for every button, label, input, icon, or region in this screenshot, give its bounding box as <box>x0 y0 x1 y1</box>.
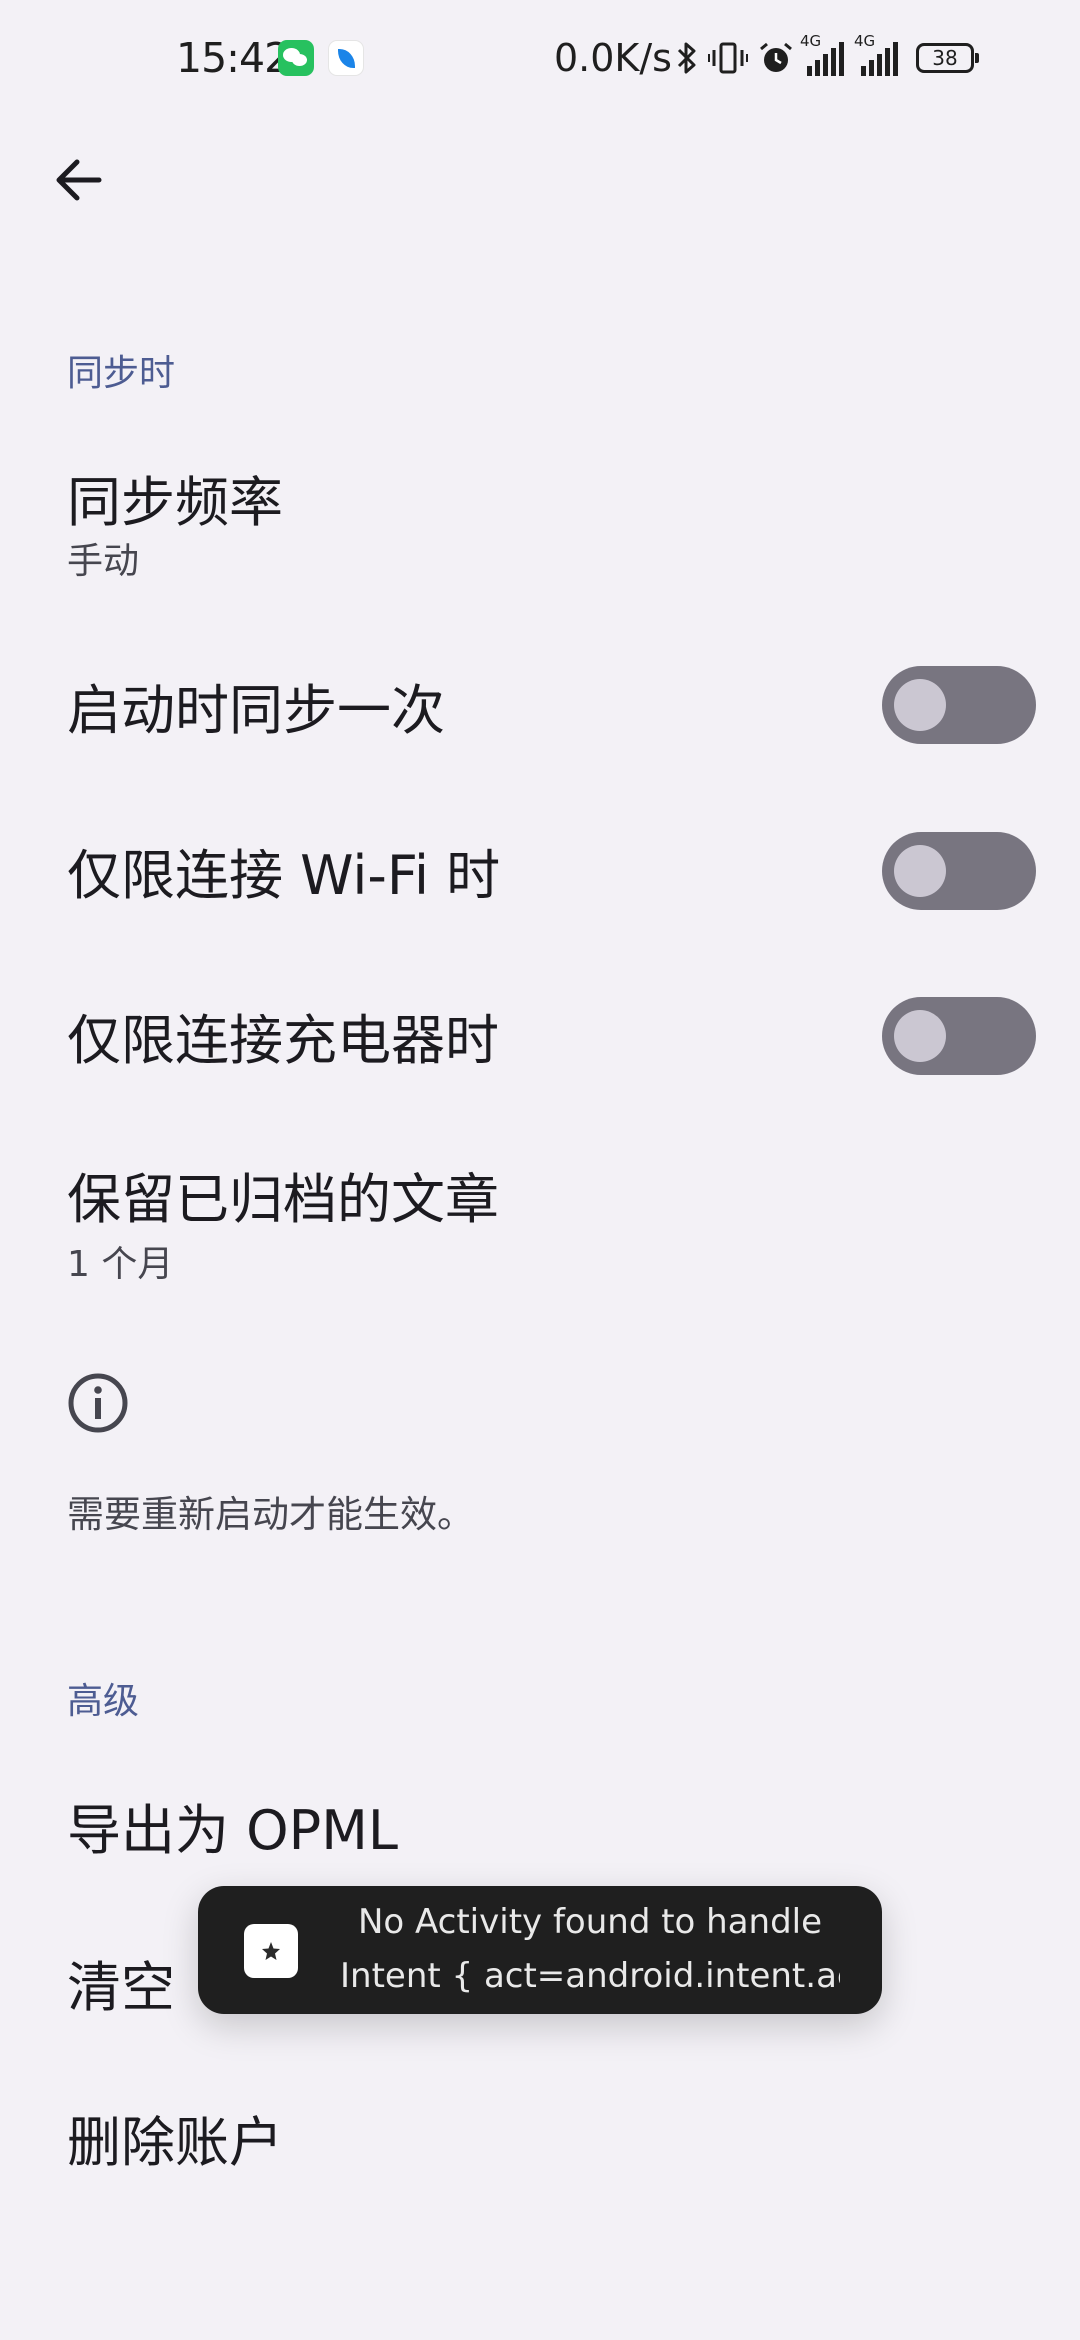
toast-text-line1: No Activity found to handle <box>357 1902 823 1942</box>
settings-screen: 15:42 0.0K/s 4G 4G 38 同步时 同步频率 手动 启动时同步一… <box>0 0 1080 2340</box>
app-icon <box>244 1924 298 1978</box>
leaf-app-icon <box>328 40 364 76</box>
switch-thumb <box>894 1010 946 1062</box>
switch-thumb <box>894 845 946 897</box>
switch-thumb <box>894 679 946 731</box>
restart-note: 需要重新启动才能生效。 <box>67 1493 474 1536</box>
pref-title: 启动时同步一次 <box>67 679 445 742</box>
battery-icon: 38 <box>916 43 979 73</box>
pref-title: 仅限连接 Wi-Fi 时 <box>67 844 501 907</box>
back-button[interactable] <box>36 138 120 222</box>
status-time: 15:42 <box>176 34 290 82</box>
wifi-only-switch[interactable] <box>882 832 1036 910</box>
wechat-icon <box>278 40 314 76</box>
charging-only-item[interactable]: 仅限连接充电器时 <box>0 960 1080 1110</box>
pref-title: 仅限连接充电器时 <box>67 1009 499 1072</box>
toast-message: No Activity found to handle Intent { act… <box>198 1886 882 2014</box>
network-speed: 0.0K/s <box>554 36 672 80</box>
signal-type-label: 4G <box>800 32 822 50</box>
pref-title: 清空 <box>67 1956 175 2019</box>
charging-only-switch[interactable] <box>882 997 1036 1075</box>
status-icons: 4G 4G 38 <box>676 32 979 80</box>
pref-title: 删除账户 <box>67 2111 283 2174</box>
battery-level: 38 <box>932 46 958 70</box>
delete-account-item[interactable]: 删除账户 <box>0 2080 1080 2220</box>
vibrate-icon <box>708 42 748 74</box>
pref-summary: 手动 <box>67 541 140 582</box>
sync-on-start-switch[interactable] <box>882 666 1036 744</box>
signal-type-label: 4G <box>854 32 876 50</box>
arrow-left-icon <box>56 159 102 201</box>
star-icon <box>262 1942 280 1960</box>
bluetooth-icon <box>677 42 696 74</box>
section-header-advanced: 高级 <box>67 1681 140 1722</box>
sync-frequency-item[interactable]: 同步频率 手动 <box>0 440 1080 610</box>
info-icon <box>68 1373 128 1433</box>
pref-summary: 1 个月 <box>67 1244 174 1285</box>
signal-icon: 4G <box>800 32 844 76</box>
pref-title: 同步频率 <box>67 471 283 534</box>
keep-archived-item[interactable]: 保留已归档的文章 1 个月 <box>0 1145 1080 1315</box>
pref-title: 导出为 OPML <box>67 1799 398 1862</box>
toast-text-line2: Intent { act=android.intent.acti... <box>340 1956 840 1996</box>
signal-icon: 4G <box>854 32 898 76</box>
sync-on-start-item[interactable]: 启动时同步一次 <box>0 630 1080 780</box>
pref-title: 保留已归档的文章 <box>67 1168 499 1231</box>
section-header-sync: 同步时 <box>67 353 176 394</box>
wifi-only-item[interactable]: 仅限连接 Wi-Fi 时 <box>0 795 1080 945</box>
status-bar: 15:42 0.0K/s 4G 4G 38 <box>0 0 1080 118</box>
alarm-icon <box>760 42 792 72</box>
